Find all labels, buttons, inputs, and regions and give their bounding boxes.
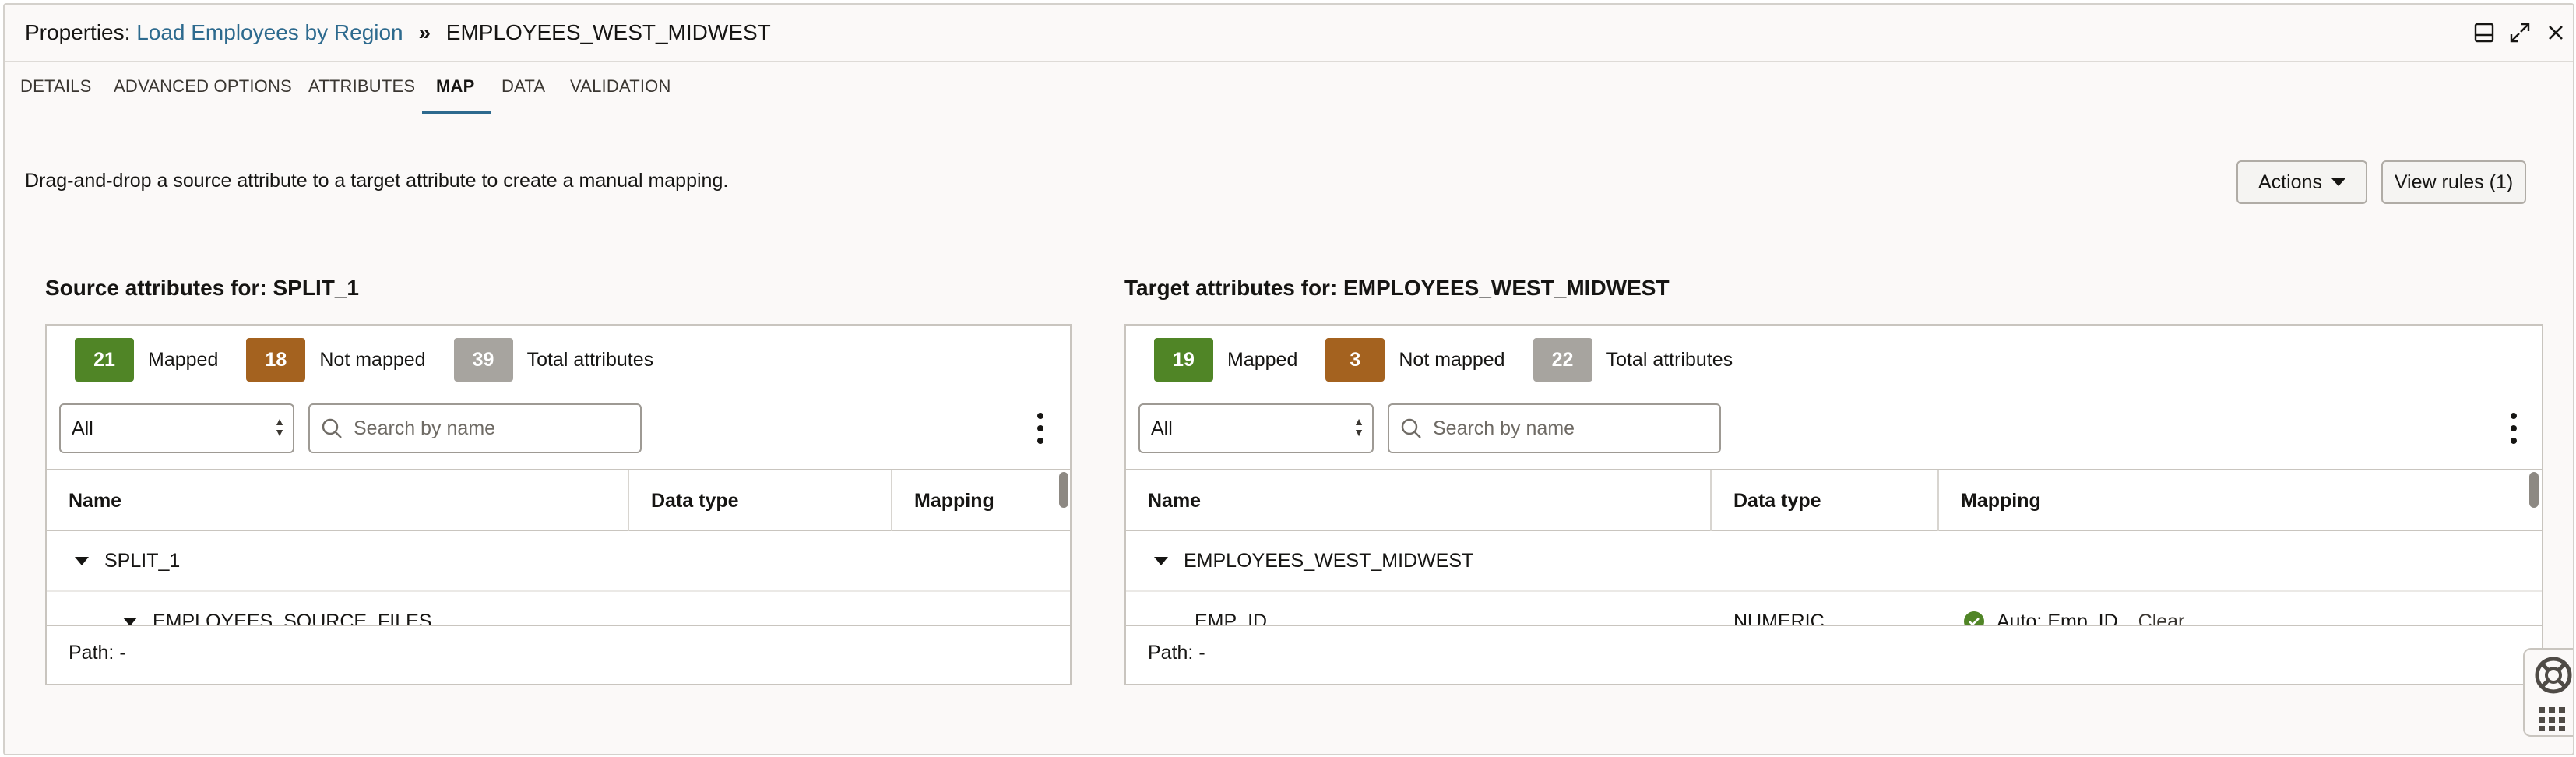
search-placeholder: Search by name bbox=[1433, 417, 1575, 439]
lifebuoy-icon[interactable] bbox=[2534, 656, 2573, 699]
tab-validation[interactable]: VALIDATION bbox=[570, 76, 671, 97]
tab-data[interactable]: DATA bbox=[501, 76, 545, 97]
task-link[interactable]: Load Employees by Region bbox=[136, 20, 403, 44]
source-attributes-panel: 21 Mapped 18 Not mapped 39 Total attribu… bbox=[45, 324, 1072, 685]
select-arrows-icon: ▲ ▼ bbox=[274, 415, 285, 438]
title-prefix: Properties: bbox=[25, 20, 131, 44]
not-mapped-count-badge: 18 bbox=[246, 338, 306, 382]
source-summary: 21 Mapped 18 Not mapped 39 Total attribu… bbox=[75, 338, 681, 382]
table-scrollbar[interactable] bbox=[1059, 472, 1068, 508]
close-icon[interactable] bbox=[2545, 22, 2567, 44]
apps-grid-icon[interactable] bbox=[2539, 707, 2567, 734]
caret-down-icon bbox=[2331, 178, 2345, 186]
search-icon bbox=[1401, 418, 1421, 438]
path-text: Path: - bbox=[69, 641, 126, 664]
tab-details[interactable]: DETAILS bbox=[20, 76, 91, 97]
mapped-count-badge: 19 bbox=[1154, 338, 1213, 382]
tab-bar: DETAILS ADVANCED OPTIONS ATTRIBUTES MAP … bbox=[5, 62, 2573, 120]
path-text: Path: - bbox=[1148, 641, 1205, 664]
help-widget[interactable] bbox=[2523, 648, 2573, 737]
total-count-badge: 39 bbox=[453, 338, 513, 382]
column-mapping[interactable]: Mapping bbox=[1939, 470, 2542, 531]
tab-attributes[interactable]: ATTRIBUTES bbox=[308, 76, 415, 97]
not-mapped-label: Not mapped bbox=[319, 348, 426, 371]
panel-icon[interactable] bbox=[2473, 22, 2495, 44]
active-tab-indicator bbox=[422, 111, 491, 114]
source-title: Source attributes for: SPLIT_1 bbox=[45, 276, 359, 300]
not-mapped-count-badge: 3 bbox=[1325, 338, 1385, 382]
header-toolbar bbox=[2473, 22, 2567, 44]
table-scrollbar[interactable] bbox=[2529, 472, 2539, 508]
not-mapped-label: Not mapped bbox=[1399, 348, 1505, 371]
source-path-bar: Path: - bbox=[47, 625, 1070, 679]
caret-down-icon[interactable] bbox=[75, 556, 89, 565]
mapped-count-badge: 21 bbox=[75, 338, 134, 382]
view-rules-label: View rules (1) bbox=[2394, 171, 2514, 193]
tree-row[interactable]: EMPLOYEES_WEST_MIDWEST bbox=[1126, 531, 2542, 592]
page-title: Properties: Load Employees by Region » E… bbox=[25, 19, 771, 47]
source-table-header: Name Data type Mapping bbox=[47, 469, 1070, 531]
select-arrows-icon: ▲ ▼ bbox=[1353, 415, 1364, 438]
actions-label: Actions bbox=[2258, 171, 2322, 193]
target-table-header: Name Data type Mapping bbox=[1126, 469, 2542, 531]
properties-panel: Properties: Load Employees by Region » E… bbox=[3, 3, 2574, 755]
total-label: Total attributes bbox=[526, 348, 654, 371]
source-filter-select[interactable]: All ▲ ▼ bbox=[59, 403, 294, 453]
column-name[interactable]: Name bbox=[47, 470, 629, 531]
target-name: EMPLOYEES_WEST_MIDWEST bbox=[445, 20, 771, 44]
breadcrumb-separator: » bbox=[418, 20, 431, 44]
map-description: Drag-and-drop a source attribute to a ta… bbox=[25, 170, 729, 192]
actions-button[interactable]: Actions bbox=[2236, 160, 2367, 204]
caret-down-icon[interactable] bbox=[1154, 556, 1168, 565]
mapped-label: Mapped bbox=[148, 348, 219, 371]
target-summary: 19 Mapped 3 Not mapped 22 Total attribut… bbox=[1154, 338, 1761, 382]
tab-advanced-options[interactable]: ADVANCED OPTIONS bbox=[114, 76, 292, 97]
filter-value: All bbox=[72, 417, 93, 439]
properties-header: Properties: Load Employees by Region » E… bbox=[5, 5, 2573, 62]
more-options-icon[interactable] bbox=[2509, 413, 2518, 444]
target-search-input[interactable]: Search by name bbox=[1388, 403, 1721, 453]
filter-value: All bbox=[1151, 417, 1173, 439]
tree-row[interactable]: SPLIT_1 bbox=[47, 531, 1070, 592]
view-rules-button[interactable]: View rules (1) bbox=[2381, 160, 2526, 204]
mapped-label: Mapped bbox=[1227, 348, 1298, 371]
target-path-bar: Path: - bbox=[1126, 625, 2542, 679]
more-options-icon[interactable] bbox=[1036, 413, 1045, 444]
row-name: SPLIT_1 bbox=[104, 549, 181, 572]
total-count-badge: 22 bbox=[1533, 338, 1592, 382]
target-attributes-panel: 19 Mapped 3 Not mapped 22 Total attribut… bbox=[1124, 324, 2543, 685]
tab-map[interactable]: MAP bbox=[436, 76, 475, 97]
expand-icon[interactable] bbox=[2509, 22, 2531, 44]
column-mapping[interactable]: Mapping bbox=[892, 470, 1070, 531]
column-data-type[interactable]: Data type bbox=[1712, 470, 1939, 531]
row-name: EMPLOYEES_WEST_MIDWEST bbox=[1184, 549, 1474, 572]
source-search-input[interactable]: Search by name bbox=[308, 403, 642, 453]
total-label: Total attributes bbox=[1606, 348, 1733, 371]
column-data-type[interactable]: Data type bbox=[629, 470, 892, 531]
search-placeholder: Search by name bbox=[354, 417, 496, 439]
target-filter-select[interactable]: All ▲ ▼ bbox=[1138, 403, 1374, 453]
search-icon bbox=[322, 418, 342, 438]
column-name[interactable]: Name bbox=[1126, 470, 1712, 531]
target-title: Target attributes for: EMPLOYEES_WEST_MI… bbox=[1124, 276, 1670, 300]
